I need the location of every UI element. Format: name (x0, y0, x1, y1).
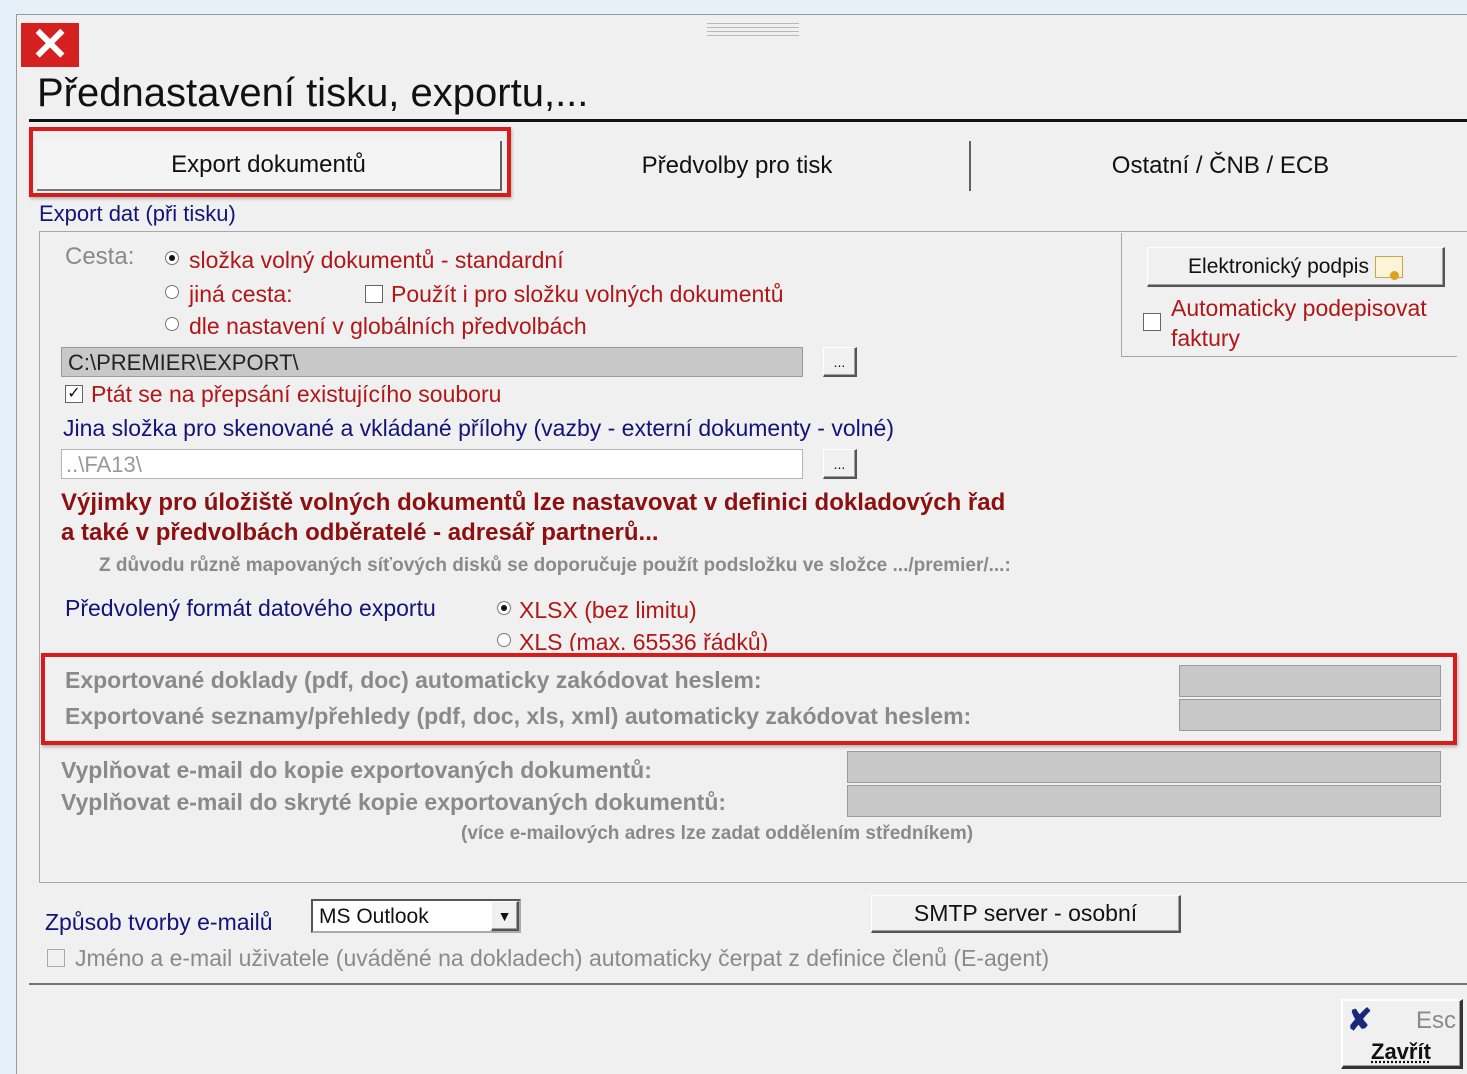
email-method-label: Způsob tvorby e-mailů (45, 909, 273, 936)
electronic-signature-button[interactable]: Elektronický podpis (1147, 247, 1445, 287)
scan-folder-field[interactable]: ..\FA13\ (61, 449, 803, 479)
highlight-frame-encryption (41, 653, 1457, 745)
bcc-email-field[interactable] (847, 785, 1441, 817)
ask-overwrite-label: Ptát se na přepsání existujícího souboru (91, 381, 501, 408)
scan-folder-value: ..\FA13\ (66, 452, 142, 478)
browse-scan-folder-button[interactable]: ... (823, 449, 857, 479)
ask-overwrite-checkbox[interactable]: ✓ (65, 385, 83, 403)
bcc-label: Vyplňovat e-mail do skryté kopie exporto… (61, 789, 726, 816)
certificate-icon (1375, 256, 1403, 278)
tab-predvolby-pro-tisk[interactable]: Předvolby pro tisk (505, 141, 971, 191)
email-method-select[interactable]: MS Outlook ▼ (311, 899, 521, 933)
radio-xls-label: XLS (max. 65536 řádků) (519, 629, 768, 651)
path-label: Cesta: (65, 243, 134, 271)
radio-standard-folder-label: složka volný dokumentů - standardní (189, 247, 564, 274)
auto-sign-label-1: Automaticky podepisovat (1171, 295, 1427, 322)
radio-xls[interactable] (497, 633, 511, 647)
use-for-free-docs-checkbox[interactable] (365, 285, 383, 303)
cc-label: Vyplňovat e-mail do kopie exportovaných … (61, 757, 652, 784)
browse-path-button[interactable]: ... (823, 347, 857, 377)
bottom-divider (29, 983, 1467, 985)
export-path-value: C:\PREMIER\EXPORT\ (68, 350, 299, 376)
close-shortcut: Esc (1416, 1007, 1456, 1035)
close-x-icon: ✘ (1347, 1003, 1372, 1038)
email-hint: (více e-mailových adres lze zadat odděle… (461, 823, 973, 845)
radio-xls-clip: XLS (max. 65536 řádků) (517, 627, 817, 651)
radio-global-settings-label: dle nastavení v globálních předvolbách (189, 313, 587, 340)
export-path-field[interactable]: C:\PREMIER\EXPORT\ (61, 347, 803, 377)
cc-email-field[interactable] (847, 751, 1441, 783)
note-small: Z důvodu různě mapovaných síťových disků… (99, 555, 1011, 577)
title-divider (29, 119, 1467, 122)
radio-xlsx-label: XLSX (bez limitu) (519, 597, 697, 624)
page-title: Přednastavení tisku, exportu,... (37, 71, 588, 116)
name-from-agent-checkbox[interactable] (47, 949, 65, 967)
close-icon[interactable]: ✕ (21, 23, 79, 67)
note-line-1: Výjimky pro úložiště volných dokumentů l… (61, 489, 1005, 517)
auto-sign-checkbox[interactable] (1143, 313, 1161, 331)
highlight-frame-tab (29, 127, 511, 197)
tab-ostatni-cnb-ecb[interactable]: Ostatní / ČNB / ECB (973, 141, 1467, 191)
close-label: Zavřít (1371, 1039, 1431, 1065)
radio-xlsx[interactable] (497, 601, 511, 615)
radio-other-path[interactable] (165, 285, 179, 299)
radio-other-path-label: jiná cesta: (189, 281, 293, 308)
close-button[interactable]: ✘ Esc Zavřít (1341, 999, 1463, 1069)
chevron-down-icon[interactable]: ▼ (491, 901, 519, 931)
radio-standard-folder[interactable] (165, 251, 179, 265)
use-for-free-docs-label: Použít i pro složku volných dokumentů (391, 281, 783, 308)
note-line-2: a také v předvolbách odběratelé - adresá… (61, 519, 659, 547)
format-label: Předvolený formát datového exportu (65, 595, 436, 622)
section-label: Export dat (při tisku) (39, 201, 236, 227)
drag-grip[interactable] (707, 23, 799, 39)
smtp-server-button[interactable]: SMTP server - osobní (871, 895, 1181, 933)
radio-global-settings[interactable] (165, 317, 179, 331)
scan-folder-label: Jina složka pro skenované a vkládané pří… (63, 415, 894, 442)
dialog-window: ✕ Přednastavení tisku, exportu,... Expor… (16, 14, 1467, 1074)
email-method-value: MS Outlook (319, 905, 429, 929)
auto-sign-label-2: faktury (1171, 325, 1240, 352)
name-from-agent-label: Jméno a e-mail uživatele (uváděné na dok… (75, 945, 1049, 972)
electronic-signature-label: Elektronický podpis (1188, 255, 1369, 279)
